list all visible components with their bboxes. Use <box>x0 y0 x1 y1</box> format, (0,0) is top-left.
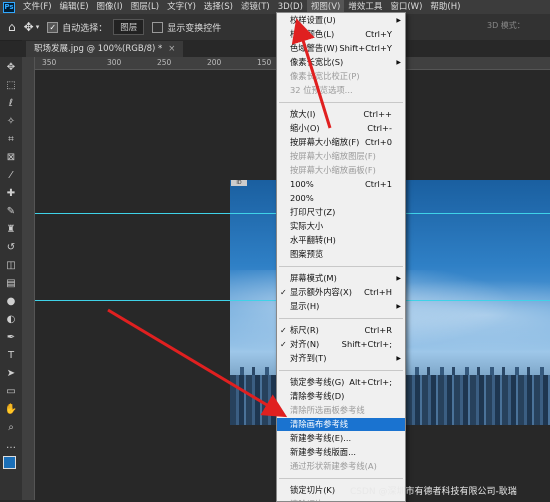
watermark: CSDN @深圳市有德者科技有限公司-耿瑞 <box>350 487 517 497</box>
annotation-arrow-bottom <box>107 308 288 418</box>
annotation-arrow-top <box>291 18 332 129</box>
annotation-arrows <box>107 18 332 418</box>
